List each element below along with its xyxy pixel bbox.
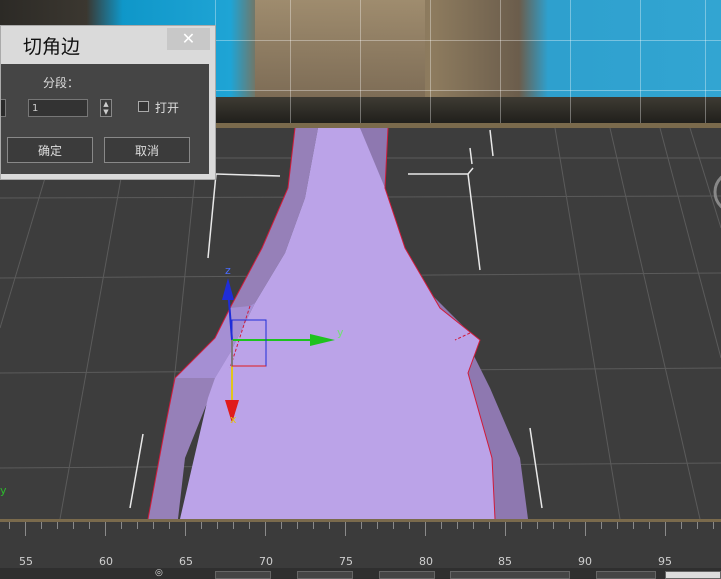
- ruler-tick: [313, 522, 314, 529]
- chamfer-edge-dialog: 切角边 ✕ 分段： 1 ▲ ▼ 打开 确定 取消: [0, 25, 216, 180]
- ok-button[interactable]: 确定: [7, 137, 93, 163]
- status-field-x[interactable]: [215, 571, 271, 579]
- status-field-y[interactable]: [297, 571, 353, 579]
- lock-icon[interactable]: ◎: [155, 568, 163, 578]
- reference-panel: [255, 0, 425, 100]
- ruler-tick: [457, 522, 458, 529]
- ruler-tick: [249, 522, 250, 529]
- ruler-label: 60: [99, 555, 113, 568]
- ruler-tick: [665, 522, 666, 536]
- ruler-tick: [297, 522, 298, 529]
- grid-line: [500, 0, 501, 127]
- ruler-tick: [553, 522, 554, 529]
- ruler-tick: [409, 522, 410, 529]
- ruler-label: 55: [19, 555, 33, 568]
- ruler-tick: [585, 522, 586, 536]
- status-field-key[interactable]: [596, 571, 656, 579]
- ruler-tick: [121, 522, 122, 529]
- mesh-object[interactable]: [147, 128, 528, 519]
- amount-field-edge[interactable]: [1, 99, 6, 117]
- timeline-ruler[interactable]: 55 60 65 70 75 80 85 90 95: [0, 522, 721, 568]
- ruler-tick: [441, 522, 442, 529]
- ruler-tick: [329, 522, 330, 529]
- ruler-tick: [41, 522, 42, 529]
- ruler-tick: [489, 522, 490, 529]
- grid-line: [290, 0, 291, 127]
- segments-input[interactable]: 1: [28, 99, 88, 117]
- viewcube-ring[interactable]: [713, 172, 721, 212]
- ruler-tick: [425, 522, 426, 536]
- dialog-body: 分段： 1 ▲ ▼ 打开 确定 取消: [1, 64, 209, 174]
- open-checkbox[interactable]: [138, 101, 149, 112]
- grid-line: [360, 0, 361, 127]
- ruler-tick: [137, 522, 138, 529]
- grid-line: [640, 0, 641, 127]
- ruler-label: 80: [419, 555, 433, 568]
- gizmo-z-label: z: [225, 264, 231, 277]
- ruler-tick: [393, 522, 394, 529]
- ruler-tick: [217, 522, 218, 529]
- ruler-tick: [265, 522, 266, 536]
- gizmo-y-label: y: [337, 326, 344, 339]
- ruler-tick: [633, 522, 634, 529]
- status-field-z[interactable]: [379, 571, 435, 579]
- segments-label: 分段：: [43, 76, 80, 90]
- ruler-tick: [697, 522, 698, 529]
- ruler-tick: [281, 522, 282, 529]
- segments-spinner-icon[interactable]: ▲ ▼: [100, 99, 112, 117]
- status-bar: ◎: [0, 568, 721, 579]
- cancel-button[interactable]: 取消: [104, 137, 190, 163]
- ruler-tick: [73, 522, 74, 529]
- ruler-tick: [601, 522, 602, 529]
- ruler-tick: [521, 522, 522, 529]
- ruler-tick: [713, 522, 714, 529]
- ruler-tick: [233, 522, 234, 529]
- ruler-tick: [617, 522, 618, 529]
- close-button[interactable]: ✕: [167, 28, 210, 50]
- dialog-title: 切角边: [23, 36, 81, 58]
- ruler-tick: [681, 522, 682, 529]
- ruler-label: 65: [179, 555, 193, 568]
- grid-line: [430, 0, 431, 127]
- open-checkbox-label: 打开: [155, 101, 180, 115]
- app-window: z y x y 切角边 ✕ 分段： 1 ▲ ▼ 打开 确定 取消 55 60 6…: [0, 0, 721, 579]
- ruler-tick: [473, 522, 474, 529]
- gizmo-z-arrow[interactable]: [222, 278, 234, 300]
- ruler-tick: [505, 522, 506, 536]
- status-field-grid[interactable]: [450, 571, 570, 579]
- grid-line: [570, 0, 571, 127]
- ruler-tick: [537, 522, 538, 529]
- ruler-label: 95: [658, 555, 672, 568]
- ruler-tick: [105, 522, 106, 536]
- ruler-tick: [25, 522, 26, 536]
- gizmo-x-label: x: [230, 413, 237, 426]
- ruler-tick: [361, 522, 362, 529]
- ruler-tick: [649, 522, 650, 529]
- ruler-tick: [153, 522, 154, 529]
- ruler-label: 75: [339, 555, 353, 568]
- ruler-tick: [9, 522, 10, 529]
- ruler-label: 85: [498, 555, 512, 568]
- ruler-tick: [345, 522, 346, 536]
- ruler-tick: [377, 522, 378, 529]
- grid-line: [705, 0, 706, 127]
- perspective-viewport[interactable]: z y x y: [0, 128, 721, 519]
- viewport-axis-label: y: [0, 484, 7, 497]
- ruler-tick: [185, 522, 186, 536]
- ruler-tick: [569, 522, 570, 529]
- ruler-tick: [201, 522, 202, 529]
- ruler-tick: [169, 522, 170, 529]
- ruler-label: 70: [259, 555, 273, 568]
- viewport-scene[interactable]: z y x y: [0, 128, 721, 519]
- status-field-selection[interactable]: [665, 571, 721, 579]
- ruler-tick: [57, 522, 58, 529]
- ruler-tick: [89, 522, 90, 529]
- ruler-label: 90: [578, 555, 592, 568]
